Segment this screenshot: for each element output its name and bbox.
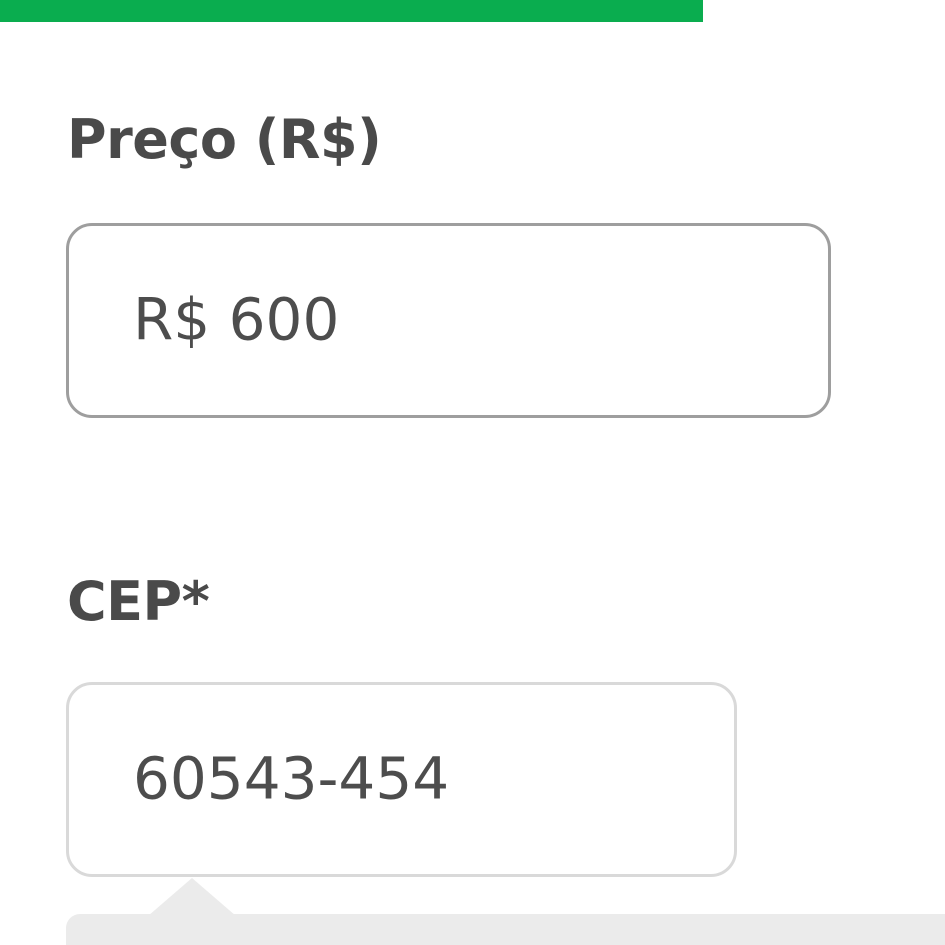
- price-input-value: R$ 600: [133, 285, 340, 354]
- tooltip-arrow: [148, 878, 236, 916]
- cep-input[interactable]: 60543-454: [66, 682, 737, 877]
- price-label: Preço (R$): [67, 108, 382, 171]
- form-page: Preço (R$) R$ 600 CEP* 60543-454: [0, 0, 945, 945]
- progress-bar: [0, 0, 945, 22]
- cep-input-value: 60543-454: [133, 744, 450, 813]
- progress-fill: [0, 0, 704, 22]
- cep-label: CEP*: [67, 570, 210, 633]
- cep-tooltip: [66, 914, 945, 945]
- price-input[interactable]: R$ 600: [66, 223, 831, 418]
